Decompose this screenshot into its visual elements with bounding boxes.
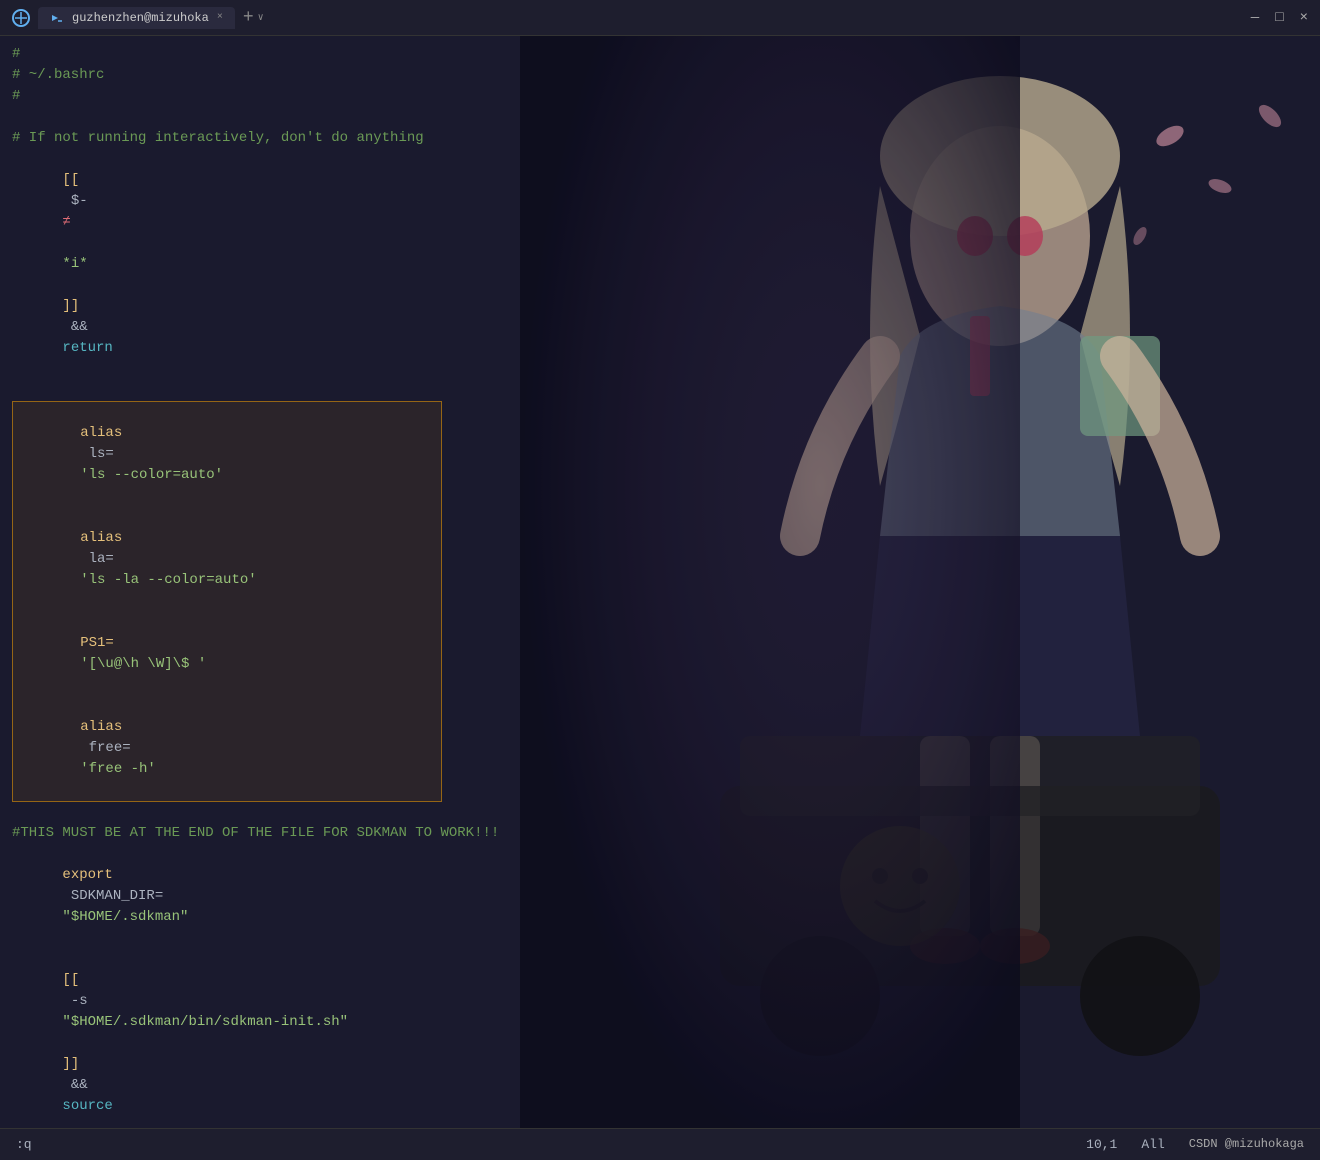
tab-area: guzhenzhen@mizuhoka × + ∨ — [38, 7, 1251, 29]
line-5: # If not running interactively, don't do… — [12, 128, 1308, 149]
statusbar: :q 10,1 All CSDN @mizuhokaga — [0, 1128, 1320, 1160]
terminal-text-area[interactable]: # # ~/.bashrc # # If not running interac… — [0, 36, 1320, 1128]
scroll-mode: All — [1141, 1137, 1164, 1152]
new-tab-button[interactable]: + — [243, 8, 254, 28]
line-4 — [12, 107, 1308, 128]
vim-command: :q — [16, 1137, 32, 1152]
minimize-button[interactable]: — — [1251, 10, 1259, 26]
attribution-text: CSDN @mizuhokaga — [1189, 1137, 1304, 1152]
line-7 — [12, 380, 1308, 401]
window-controls: — □ × — [1251, 10, 1308, 26]
titlebar: guzhenzhen@mizuhoka × + ∨ — □ × — [0, 0, 1320, 36]
terminal-icon — [50, 11, 64, 25]
maximize-button[interactable]: □ — [1275, 10, 1283, 26]
tab-dropdown-button[interactable]: ∨ — [258, 12, 264, 24]
terminal-tab[interactable]: guzhenzhen@mizuhoka × — [38, 7, 235, 29]
close-window-button[interactable]: × — [1300, 10, 1308, 26]
line-11: alias free= 'free -h' — [13, 696, 441, 801]
tab-label: guzhenzhen@mizuhoka — [72, 11, 209, 25]
line-13: #THIS MUST BE AT THE END OF THE FILE FOR… — [12, 823, 1308, 844]
line-10: PS1= '[\u@\h \W]\$ ' — [13, 612, 441, 696]
line-8: alias ls= 'ls --color=auto' — [13, 402, 441, 507]
line-1: # — [12, 44, 1308, 65]
line-14: export SDKMAN_DIR= "$HOME/.sdkman" — [12, 844, 1308, 949]
line-12 — [12, 802, 1308, 823]
line-2: # ~/.bashrc — [12, 65, 1308, 86]
line-6: [[ $- ≠ *i* ]] && return — [12, 149, 1308, 380]
line-9: alias la= 'ls -la --color=auto' — [13, 507, 441, 612]
tab-close-button[interactable]: × — [217, 12, 223, 23]
app-logo — [12, 9, 30, 27]
highlighted-alias-block: alias ls= 'ls --color=auto' alias la= 'l… — [12, 401, 442, 802]
cursor-position: 10,1 — [1086, 1137, 1117, 1152]
terminal-window: # # ~/.bashrc # # If not running interac… — [0, 36, 1320, 1160]
line-3: # — [12, 86, 1308, 107]
status-right-area: 10,1 All CSDN @mizuhokaga — [1086, 1137, 1304, 1152]
